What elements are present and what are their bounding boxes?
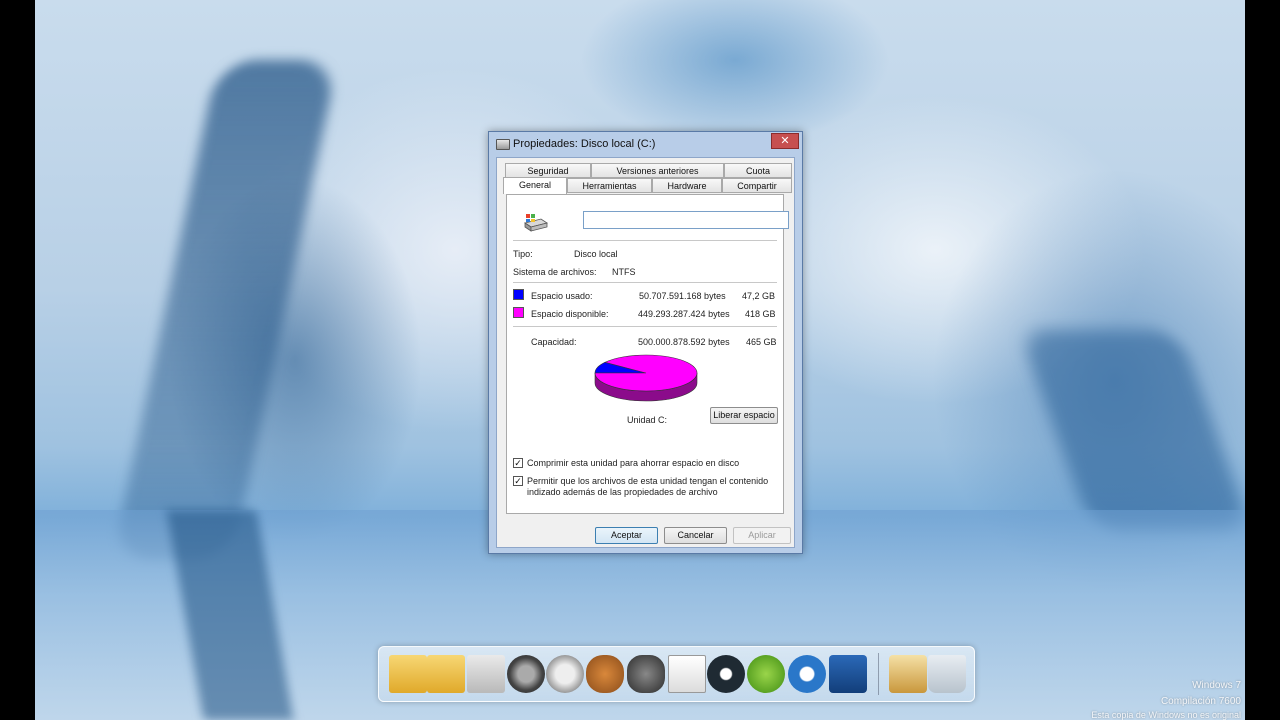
tab-compartir[interactable]: Compartir xyxy=(722,178,792,193)
folder-icon[interactable] xyxy=(389,655,427,693)
apply-button[interactable]: Aplicar xyxy=(733,527,791,544)
glove-icon[interactable] xyxy=(586,655,624,693)
tab-seguridad[interactable]: Seguridad xyxy=(505,163,591,178)
disk-cleanup-button[interactable]: Liberar espacio xyxy=(710,407,778,424)
cancel-button[interactable]: Cancelar xyxy=(664,527,727,544)
ok-button[interactable]: Aceptar xyxy=(595,527,658,544)
free-color-swatch xyxy=(513,307,524,318)
disk-usage-pie-chart xyxy=(594,354,698,402)
close-button[interactable]: ✕ xyxy=(771,133,799,149)
downloads-folder-icon[interactable] xyxy=(427,655,465,693)
index-label-line2: indizado además de las propiedades de ar… xyxy=(527,487,718,497)
not-genuine-notice: Esta copia de Windows no es original xyxy=(1091,710,1241,720)
fs-label: Sistema de archivos: xyxy=(513,267,597,277)
capacity-size: 465 GB xyxy=(746,337,777,347)
separator xyxy=(513,282,777,283)
utorrent-icon[interactable] xyxy=(747,655,785,693)
compress-checkbox[interactable]: ✓ xyxy=(513,458,523,468)
wolf-icon[interactable] xyxy=(627,655,665,693)
dock-separator xyxy=(878,653,879,695)
windows-version: Windows 7 xyxy=(1192,680,1241,691)
separator xyxy=(513,326,777,327)
used-color-swatch xyxy=(513,289,524,300)
rocketdock-bar xyxy=(378,646,975,702)
index-label-line1: Permitir que los archivos de esta unidad… xyxy=(527,476,769,486)
fs-value: NTFS xyxy=(612,267,636,277)
tab-hardware[interactable]: Hardware xyxy=(652,178,722,193)
separator xyxy=(513,240,777,241)
gear-c-icon[interactable] xyxy=(707,655,745,693)
drive-icon xyxy=(524,214,548,232)
reflection-shadow xyxy=(166,510,294,720)
recycle-bin-icon[interactable] xyxy=(928,655,966,693)
compress-label: Comprimir esta unidad para ahorrar espac… xyxy=(527,458,740,468)
speedometer-icon[interactable] xyxy=(507,655,545,693)
speaker-icon[interactable] xyxy=(546,655,584,693)
used-size: 47,2 GB xyxy=(742,291,776,301)
used-bytes: 50.707.591.168 bytes xyxy=(639,291,726,301)
tools-icon[interactable] xyxy=(889,655,927,693)
type-value: Disco local xyxy=(574,249,618,259)
general-tab-panel: Tipo: Disco local Sistema de archivos: N… xyxy=(506,194,789,514)
tab-herramientas[interactable]: Herramientas xyxy=(567,178,652,193)
tab-versiones-anteriores[interactable]: Versiones anteriores xyxy=(591,163,724,178)
windows-build: Compilación 7600 xyxy=(1160,696,1241,707)
used-label: Espacio usado: xyxy=(531,291,593,301)
document-icon[interactable] xyxy=(668,655,706,693)
free-size: 418 GB xyxy=(745,309,776,319)
tab-cuota[interactable]: Cuota xyxy=(724,163,792,178)
index-checkbox[interactable]: ✓ xyxy=(513,476,523,486)
capacity-label: Capacidad: xyxy=(531,337,577,347)
settings-panel-icon[interactable] xyxy=(467,655,505,693)
pie-slice-free xyxy=(594,354,698,392)
rocketdock-icon[interactable] xyxy=(829,655,867,693)
drive-label: Unidad C: xyxy=(627,415,668,425)
capacity-bytes: 500.000.878.592 bytes xyxy=(638,337,730,347)
tab-general[interactable]: General xyxy=(503,177,567,194)
type-label: Tipo: xyxy=(513,249,533,259)
volume-name-input[interactable] xyxy=(583,211,789,229)
lightning-icon[interactable] xyxy=(788,655,826,693)
glacier-shadow xyxy=(1018,330,1245,530)
glacier-shadow xyxy=(111,60,339,560)
title-bar[interactable]: Propiedades: Disco local (C:) ✕ xyxy=(489,132,802,156)
drive-title-icon xyxy=(496,139,510,150)
free-bytes: 449.293.287.424 bytes xyxy=(638,309,730,319)
properties-dialog: Propiedades: Disco local (C:) ✕ Segurida… xyxy=(488,131,803,554)
window-title: Propiedades: Disco local (C:) xyxy=(513,138,656,150)
dialog-client-area: Seguridad Versiones anteriores Cuota Gen… xyxy=(496,157,795,548)
free-label: Espacio disponible: xyxy=(531,309,609,319)
